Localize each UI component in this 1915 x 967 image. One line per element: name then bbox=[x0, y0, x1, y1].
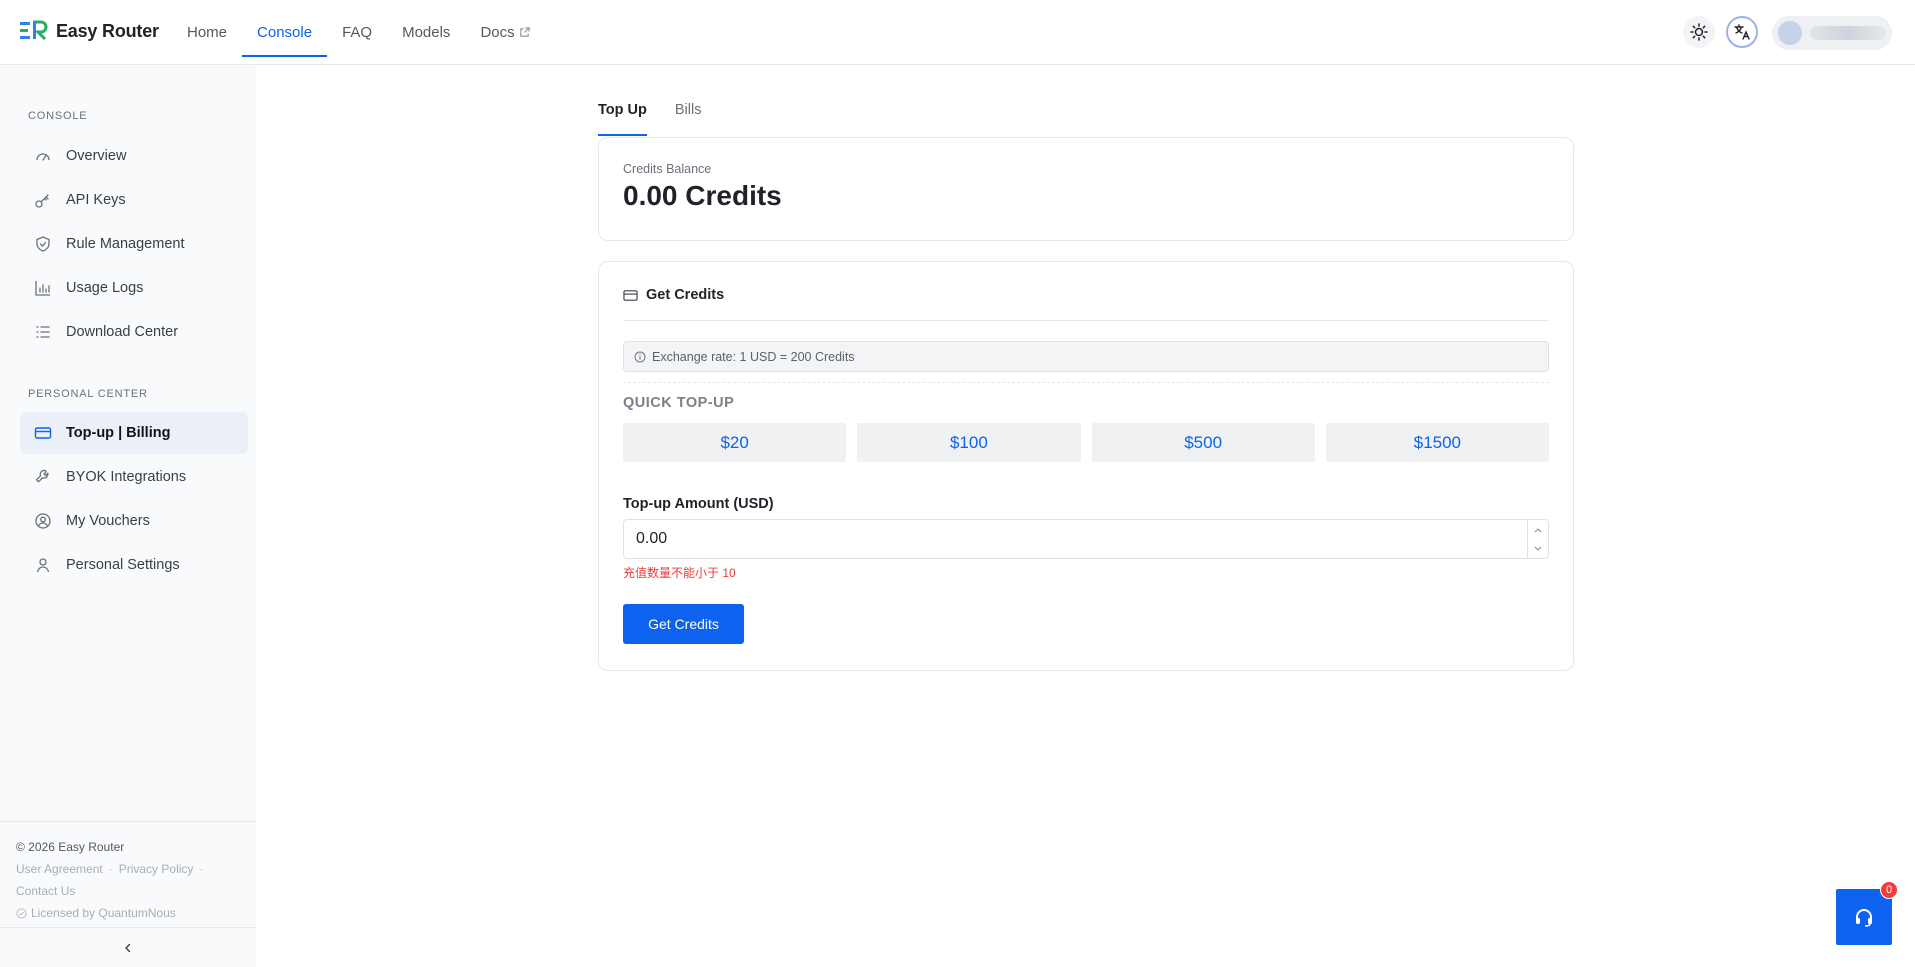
nav-docs[interactable]: Docs bbox=[465, 0, 544, 65]
sidebar-item-overview[interactable]: Overview bbox=[20, 135, 248, 177]
sidebar-footer: © 2026 Easy Router User Agreement · Privac… bbox=[0, 821, 256, 938]
privacy-policy-link[interactable]: Privacy Policy bbox=[119, 862, 194, 876]
app-name: Easy Router bbox=[56, 20, 159, 41]
nav-faq-label: FAQ bbox=[342, 24, 373, 41]
top-up-amount-label: Top-up Amount (USD) bbox=[623, 496, 774, 512]
key-icon bbox=[35, 194, 49, 208]
info-icon bbox=[634, 351, 646, 362]
sidebar-item-label: Usage Logs bbox=[66, 280, 144, 296]
sidebar-collapse-button[interactable] bbox=[0, 927, 256, 967]
separator-dot: · bbox=[199, 862, 204, 876]
nav-console[interactable]: Console bbox=[242, 0, 328, 65]
customer-support-button[interactable]: 0 bbox=[1836, 881, 1898, 945]
sun-icon bbox=[1690, 23, 1708, 41]
balance-value: 0.00 Credits bbox=[623, 180, 782, 211]
get-credits-card: Get Credits Exchange rate: 1 USD = 200 C… bbox=[598, 261, 1574, 671]
licensed-text[interactable]: Licensed by QuantumNous bbox=[31, 902, 176, 924]
nav-models[interactable]: Models bbox=[387, 0, 465, 65]
external-link-icon bbox=[519, 27, 530, 37]
quick-amount-500-button[interactable]: $500 bbox=[1091, 423, 1315, 462]
tab-top-up[interactable]: Top Up bbox=[598, 93, 647, 136]
sidebar-item-api-keys[interactable]: API Keys bbox=[20, 179, 248, 221]
gauge-icon bbox=[36, 153, 50, 161]
wrench-icon bbox=[35, 469, 49, 483]
top-header: Easy Router Home Console FAQ Models Docs bbox=[0, 0, 1915, 65]
quick-amount-20-button[interactable]: $20 bbox=[623, 423, 847, 462]
easy-router-logo-icon bbox=[20, 20, 48, 41]
user-menu[interactable] bbox=[1772, 16, 1892, 50]
chevron-left-icon bbox=[125, 943, 131, 952]
sidebar-item-label: API Keys bbox=[66, 192, 126, 208]
avatar bbox=[1778, 21, 1802, 45]
billing-tabs: Top Up Bills bbox=[598, 93, 1574, 136]
decrement-button[interactable] bbox=[1528, 539, 1548, 558]
divider bbox=[623, 382, 1549, 383]
username-blurred bbox=[1810, 26, 1886, 40]
user-agreement-link[interactable]: User Agreement bbox=[16, 862, 103, 876]
credit-card-icon bbox=[34, 427, 52, 439]
sidebar-item-label: Rule Management bbox=[66, 236, 185, 252]
separator-dot: · bbox=[108, 862, 113, 876]
support-notification-badge: 0 bbox=[1880, 881, 1898, 899]
list-icon bbox=[36, 326, 50, 338]
quick-amount-1500-button[interactable]: $1500 bbox=[1325, 423, 1549, 462]
sidebar-item-rule-management[interactable]: Rule Management bbox=[20, 223, 248, 265]
sidebar-item-byok-integrations[interactable]: BYOK Integrations bbox=[20, 456, 248, 498]
sidebar-section-console: CONSOLE bbox=[28, 110, 88, 122]
language-toggle-button[interactable] bbox=[1726, 16, 1758, 48]
user-icon bbox=[36, 558, 50, 573]
user-circle-icon bbox=[35, 513, 51, 529]
balance-card: Credits Balance 0.00 Credits bbox=[598, 137, 1574, 241]
sidebar-item-label: Personal Settings bbox=[66, 557, 180, 573]
tab-bills[interactable]: Bills bbox=[675, 93, 702, 136]
top-up-amount-field bbox=[623, 519, 1549, 559]
license-check-icon bbox=[16, 907, 27, 919]
headset-icon bbox=[1856, 909, 1872, 927]
sidebar-item-label: My Vouchers bbox=[66, 513, 150, 529]
copyright: © 2026 Easy Router bbox=[16, 840, 125, 854]
chevron-down-icon bbox=[1534, 546, 1542, 551]
sidebar-section-personal: PERSONAL CENTER bbox=[28, 388, 148, 400]
balance-label: Credits Balance bbox=[623, 162, 712, 176]
nav-faq[interactable]: FAQ bbox=[327, 0, 387, 65]
quick-top-up-options: $20 $100 $500 $1500 bbox=[623, 423, 1549, 462]
sidebar-item-my-vouchers[interactable]: My Vouchers bbox=[20, 500, 248, 542]
contact-us-link[interactable]: Contact Us bbox=[16, 884, 75, 898]
exchange-rate-text: Exchange rate: 1 USD = 200 Credits bbox=[652, 349, 855, 364]
exchange-rate-notice: Exchange rate: 1 USD = 200 Credits bbox=[623, 341, 1549, 372]
sidebar-item-label: Overview bbox=[66, 148, 127, 164]
sidebar-item-personal-settings[interactable]: Personal Settings bbox=[20, 544, 248, 586]
get-credits-button[interactable]: Get Credits bbox=[623, 604, 744, 644]
chevron-up-icon bbox=[1534, 527, 1542, 532]
translate-icon bbox=[1734, 24, 1750, 40]
nav-home-label: Home bbox=[187, 24, 228, 41]
nav-home[interactable]: Home bbox=[172, 0, 242, 65]
sidebar-item-label: BYOK Integrations bbox=[66, 469, 187, 485]
sidebar: CONSOLE Overview API Keys Rule Managemen… bbox=[0, 65, 256, 967]
credit-card-icon bbox=[623, 289, 638, 301]
theme-toggle-button[interactable] bbox=[1683, 16, 1715, 48]
sidebar-item-label: Download Center bbox=[66, 324, 179, 340]
get-credits-header: Get Credits bbox=[623, 262, 1549, 321]
quick-amount-100-button[interactable]: $100 bbox=[857, 423, 1081, 462]
main-nav: Home Console FAQ Models Docs bbox=[172, 0, 545, 65]
nav-console-label: Console bbox=[257, 24, 313, 41]
logo[interactable]: Easy Router bbox=[20, 20, 159, 42]
nav-models-label: Models bbox=[402, 24, 451, 41]
get-credits-title: Get Credits bbox=[646, 287, 725, 303]
increment-button[interactable] bbox=[1528, 520, 1548, 539]
amount-stepper bbox=[1528, 519, 1549, 559]
sidebar-item-top-up-billing[interactable]: Top-up | Billing bbox=[20, 412, 248, 454]
shield-check-icon bbox=[36, 236, 50, 252]
bar-chart-icon bbox=[35, 281, 50, 296]
sidebar-item-usage-logs[interactable]: Usage Logs bbox=[20, 267, 248, 309]
top-up-amount-input[interactable] bbox=[623, 519, 1528, 559]
sidebar-item-label: Top-up | Billing bbox=[66, 425, 171, 441]
quick-top-up-title: QUICK TOP-UP bbox=[623, 395, 735, 411]
sidebar-item-download-center[interactable]: Download Center bbox=[20, 311, 248, 353]
amount-error-message: 充值数量不能小于 10 bbox=[623, 566, 736, 580]
nav-docs-label: Docs bbox=[480, 24, 515, 41]
